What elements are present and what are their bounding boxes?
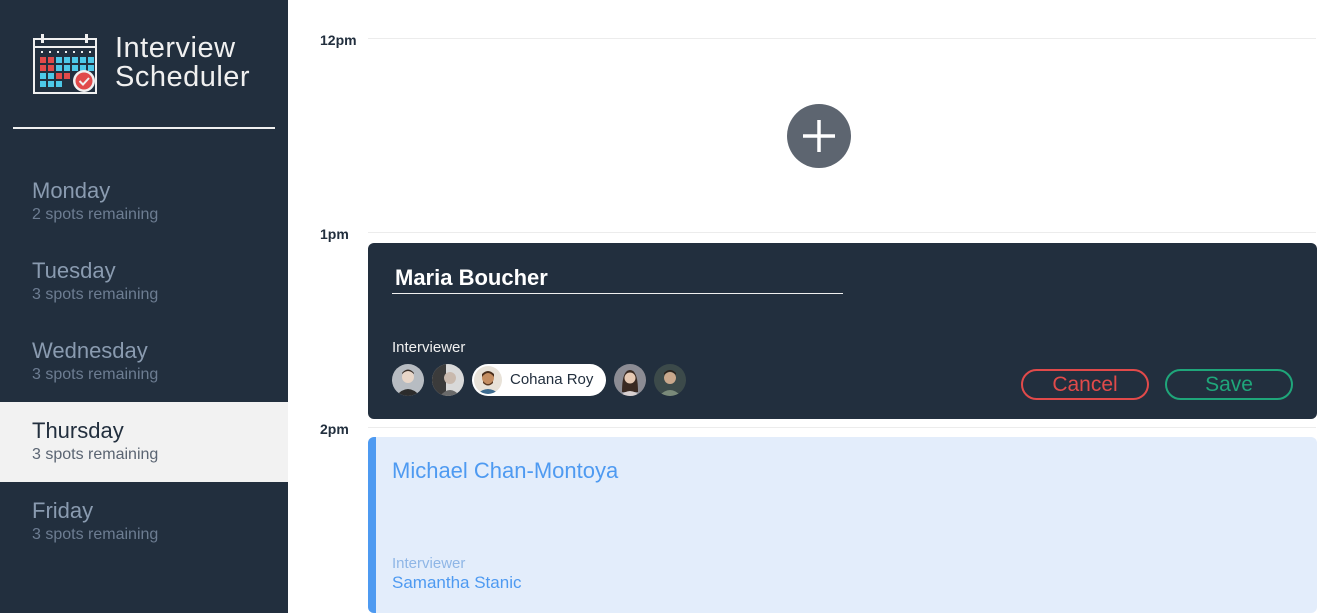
booked-appointment[interactable]: Michael Chan-Montoya Interviewer Samanth… — [368, 437, 1317, 613]
interviewer-avatar[interactable] — [392, 364, 424, 396]
app-title-line2: Scheduler — [115, 61, 251, 93]
time-label-12pm: 12pm — [320, 32, 357, 48]
sidebar: Interview Scheduler Monday 2 spots remai… — [0, 0, 288, 613]
booked-interviewer-name: Samantha Stanic — [392, 573, 522, 592]
day-spots: 3 spots remaining — [32, 446, 159, 463]
day-item-friday[interactable]: Friday 3 spots remaining — [0, 482, 288, 562]
add-appointment-button[interactable] — [787, 104, 851, 168]
interviewer-avatar[interactable] — [614, 364, 646, 396]
app-title: Interview Scheduler — [115, 34, 250, 92]
hour-separator — [368, 232, 1316, 233]
day-name: Tuesday — [32, 258, 116, 283]
interviewer-label: Interviewer — [392, 339, 466, 356]
hour-separator — [368, 38, 1316, 39]
day-name: Wednesday — [32, 338, 148, 363]
app-title-line1: Interview — [115, 32, 236, 64]
save-button[interactable]: Save — [1165, 369, 1293, 400]
booked-interviewer-label: Interviewer — [392, 555, 466, 572]
day-item-monday[interactable]: Monday 2 spots remaining — [0, 162, 288, 242]
appointment-form: Interviewer Cohana Roy Cancel Save — [368, 243, 1317, 419]
booked-student-name: Michael Chan-Montoya — [392, 458, 619, 483]
day-spots: 2 spots remaining — [32, 206, 159, 223]
cancel-button[interactable]: Cancel — [1021, 369, 1149, 400]
interviewer-avatar — [474, 366, 502, 394]
day-name: Thursday — [32, 418, 124, 443]
selected-interviewer[interactable]: Cohana Roy — [472, 364, 606, 396]
day-item-wednesday[interactable]: Wednesday 3 spots remaining — [0, 322, 288, 402]
day-item-tuesday[interactable]: Tuesday 3 spots remaining — [0, 242, 288, 322]
day-spots: 3 spots remaining — [32, 366, 159, 383]
day-name: Friday — [32, 498, 94, 523]
student-name-input[interactable] — [392, 263, 843, 294]
selected-interviewer-name: Cohana Roy — [510, 371, 594, 388]
calendar-logo-icon — [32, 33, 100, 95]
sidebar-divider — [13, 127, 275, 129]
day-name: Monday — [32, 178, 111, 203]
appointment-accent-bar — [368, 437, 376, 613]
day-spots: 3 spots remaining — [32, 286, 159, 303]
time-label-2pm: 2pm — [320, 421, 349, 437]
interviewer-avatar[interactable] — [654, 364, 686, 396]
hour-separator — [368, 427, 1316, 428]
day-spots: 3 spots remaining — [32, 526, 159, 543]
day-item-thursday[interactable]: Thursday 3 spots remaining — [0, 402, 288, 482]
schedule: 12pm 1pm Interviewer Cohana Roy — [288, 0, 1344, 613]
time-label-1pm: 1pm — [320, 226, 349, 242]
interviewer-avatar[interactable] — [432, 364, 464, 396]
